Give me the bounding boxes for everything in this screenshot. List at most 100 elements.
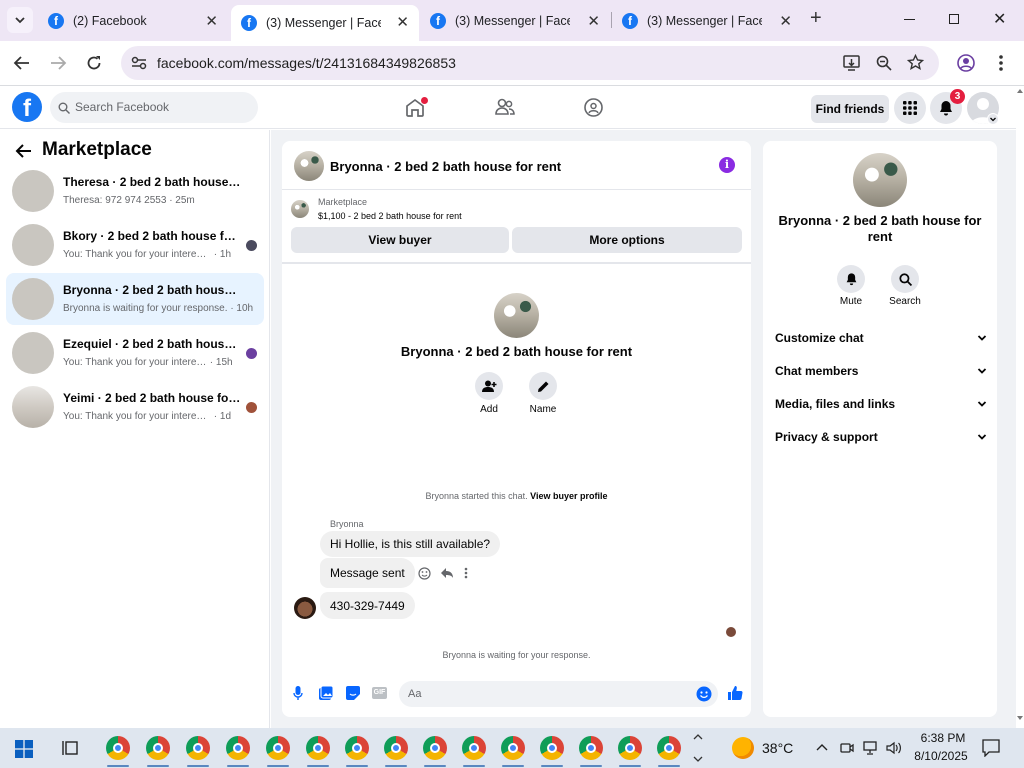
photo-icon[interactable]	[319, 686, 333, 700]
reply-icon[interactable]	[440, 567, 454, 579]
conversation-item[interactable]: Ezequiel · 2 bed 2 bath house for rent Y…	[6, 327, 264, 379]
conversation-item-selected[interactable]: Bryonna · 2 bed 2 bath house for rent Br…	[6, 273, 264, 325]
menu-button[interactable]	[894, 92, 926, 124]
tab-close-icon[interactable]: ✕	[587, 12, 600, 30]
bookmark-star-icon[interactable]	[907, 54, 924, 71]
weather-icon[interactable]	[732, 737, 754, 759]
weather-temperature[interactable]: 38°C	[762, 740, 793, 756]
taskbar-scroll-up-icon[interactable]	[693, 733, 703, 741]
chrome-taskbar-icon[interactable]	[462, 736, 486, 760]
customize-chat-section[interactable]: Customize chat	[775, 328, 987, 348]
friends-icon[interactable]	[495, 98, 515, 116]
windows-start-icon[interactable]	[15, 740, 33, 758]
gif-icon[interactable]: GIF	[372, 687, 387, 699]
network-icon[interactable]	[863, 741, 879, 755]
chrome-taskbar-icon[interactable]	[306, 736, 330, 760]
forward-arrow-icon[interactable]	[50, 55, 67, 71]
chat-title[interactable]: Bryonna · 2 bed 2 bath house for rent	[330, 159, 561, 174]
view-buyer-profile-link[interactable]: View buyer profile	[530, 491, 607, 501]
page-scrollbar[interactable]	[1016, 87, 1024, 728]
chrome-taskbar-icon[interactable]	[423, 736, 447, 760]
back-arrow-icon[interactable]	[13, 55, 30, 71]
chat-members-section[interactable]: Chat members	[775, 361, 987, 381]
more-actions-icon[interactable]	[464, 567, 468, 579]
chrome-taskbar-icon[interactable]	[226, 736, 250, 760]
task-view-icon[interactable]	[62, 739, 80, 757]
account-chevron-icon[interactable]	[987, 113, 999, 125]
media-files-links-section[interactable]: Media, files and links	[775, 394, 987, 414]
browser-tab-messenger-2[interactable]: f (3) Messenger | Facebook ✕	[420, 6, 610, 35]
chrome-taskbar-icon[interactable]	[618, 736, 642, 760]
react-emoji-icon[interactable]	[418, 567, 431, 580]
volume-icon[interactable]	[886, 741, 902, 755]
view-buyer-button[interactable]: View buyer	[291, 227, 509, 253]
privacy-support-section[interactable]: Privacy & support	[775, 427, 987, 447]
chrome-taskbar-icon[interactable]	[540, 736, 564, 760]
chrome-taskbar-icon[interactable]	[186, 736, 210, 760]
conversation-item[interactable]: Yeimi · 2 bed 2 bath house for rent You:…	[6, 381, 264, 433]
message-input[interactable]: Aa	[399, 681, 718, 707]
install-app-icon[interactable]	[843, 55, 860, 71]
back-arrow-icon[interactable]	[14, 143, 32, 159]
taskbar-active-indicator	[307, 765, 329, 767]
incoming-message[interactable]: 430-329-7449	[320, 592, 415, 619]
groups-icon[interactable]	[584, 98, 603, 117]
incoming-message[interactable]: Message sent	[320, 558, 415, 588]
restore-button[interactable]	[949, 14, 959, 24]
conversation-item[interactable]: Theresa · 2 bed 2 bath house for rent Th…	[6, 165, 264, 217]
chrome-taskbar-icon[interactable]	[501, 736, 525, 760]
profile-icon[interactable]	[957, 54, 975, 72]
info-button[interactable]: i	[719, 157, 735, 173]
zoom-icon[interactable]	[876, 55, 892, 71]
chat-header-thumbnail[interactable]	[294, 151, 324, 181]
listing-description[interactable]: $1,100 - 2 bed 2 bath house for rent	[318, 211, 462, 221]
close-window-button[interactable]: ✕	[993, 9, 1006, 29]
minimize-button[interactable]	[904, 19, 915, 20]
read-receipt-avatar	[246, 240, 257, 251]
conversation-item[interactable]: Bkory · 2 bed 2 bath house for rent You:…	[6, 219, 264, 271]
address-bar[interactable]: facebook.com/messages/t/2413168434982685…	[121, 46, 939, 80]
url-text: facebook.com/messages/t/2413168434982685…	[157, 55, 456, 71]
name-chat-button[interactable]	[529, 372, 557, 400]
chrome-taskbar-icon[interactable]	[345, 736, 369, 760]
add-people-button[interactable]	[475, 372, 503, 400]
taskbar-active-indicator	[227, 765, 249, 767]
clock-time[interactable]: 6:38 PM	[912, 731, 974, 745]
tab-close-icon[interactable]: ✕	[205, 12, 218, 30]
chrome-taskbar-icon[interactable]	[266, 736, 290, 760]
emoji-icon[interactable]	[696, 686, 712, 702]
taskbar-scroll-down-icon[interactable]	[693, 755, 703, 763]
taskbar-active-indicator	[107, 765, 129, 767]
mute-button[interactable]	[837, 265, 865, 293]
browser-tab-messenger-active[interactable]: f (3) Messenger | Facebook ✕	[231, 5, 419, 41]
search-conversation-button[interactable]	[891, 265, 919, 293]
browser-menu-icon[interactable]	[998, 54, 1004, 72]
more-options-button[interactable]: More options	[512, 227, 742, 253]
browser-tab-facebook[interactable]: f (2) Facebook ✕	[38, 6, 228, 35]
browser-tab-messenger-3[interactable]: f (3) Messenger | Facebook ✕	[612, 6, 802, 35]
chrome-taskbar-icon[interactable]	[146, 736, 170, 760]
notification-center-icon[interactable]	[982, 739, 1000, 757]
search-facebook-input[interactable]: Search Facebook	[50, 92, 258, 123]
tab-close-icon[interactable]: ✕	[396, 13, 409, 31]
scroll-up-arrow-icon[interactable]	[1016, 87, 1024, 95]
facebook-logo[interactable]: f	[12, 92, 42, 122]
tab-close-icon[interactable]: ✕	[779, 12, 792, 30]
site-settings-icon[interactable]	[131, 56, 147, 70]
chrome-taskbar-icon[interactable]	[384, 736, 408, 760]
show-hidden-icons-chevron-icon[interactable]	[816, 743, 828, 751]
chrome-taskbar-icon[interactable]	[579, 736, 603, 760]
microphone-icon[interactable]	[293, 686, 303, 701]
incoming-message[interactable]: Hi Hollie, is this still available?	[320, 531, 501, 557]
reload-icon[interactable]	[86, 55, 102, 71]
tab-search-button[interactable]	[7, 7, 33, 33]
sticker-icon[interactable]	[346, 686, 360, 700]
new-tab-button[interactable]: +	[810, 7, 822, 30]
find-friends-button[interactable]: Find friends	[811, 95, 889, 123]
scroll-down-arrow-icon[interactable]	[1016, 714, 1024, 722]
chrome-taskbar-icon[interactable]	[106, 736, 130, 760]
clock-date[interactable]: 8/10/2025	[910, 749, 972, 763]
chrome-taskbar-icon[interactable]	[657, 736, 681, 760]
thumbs-up-icon[interactable]	[727, 685, 743, 701]
meet-now-icon[interactable]	[840, 741, 854, 755]
